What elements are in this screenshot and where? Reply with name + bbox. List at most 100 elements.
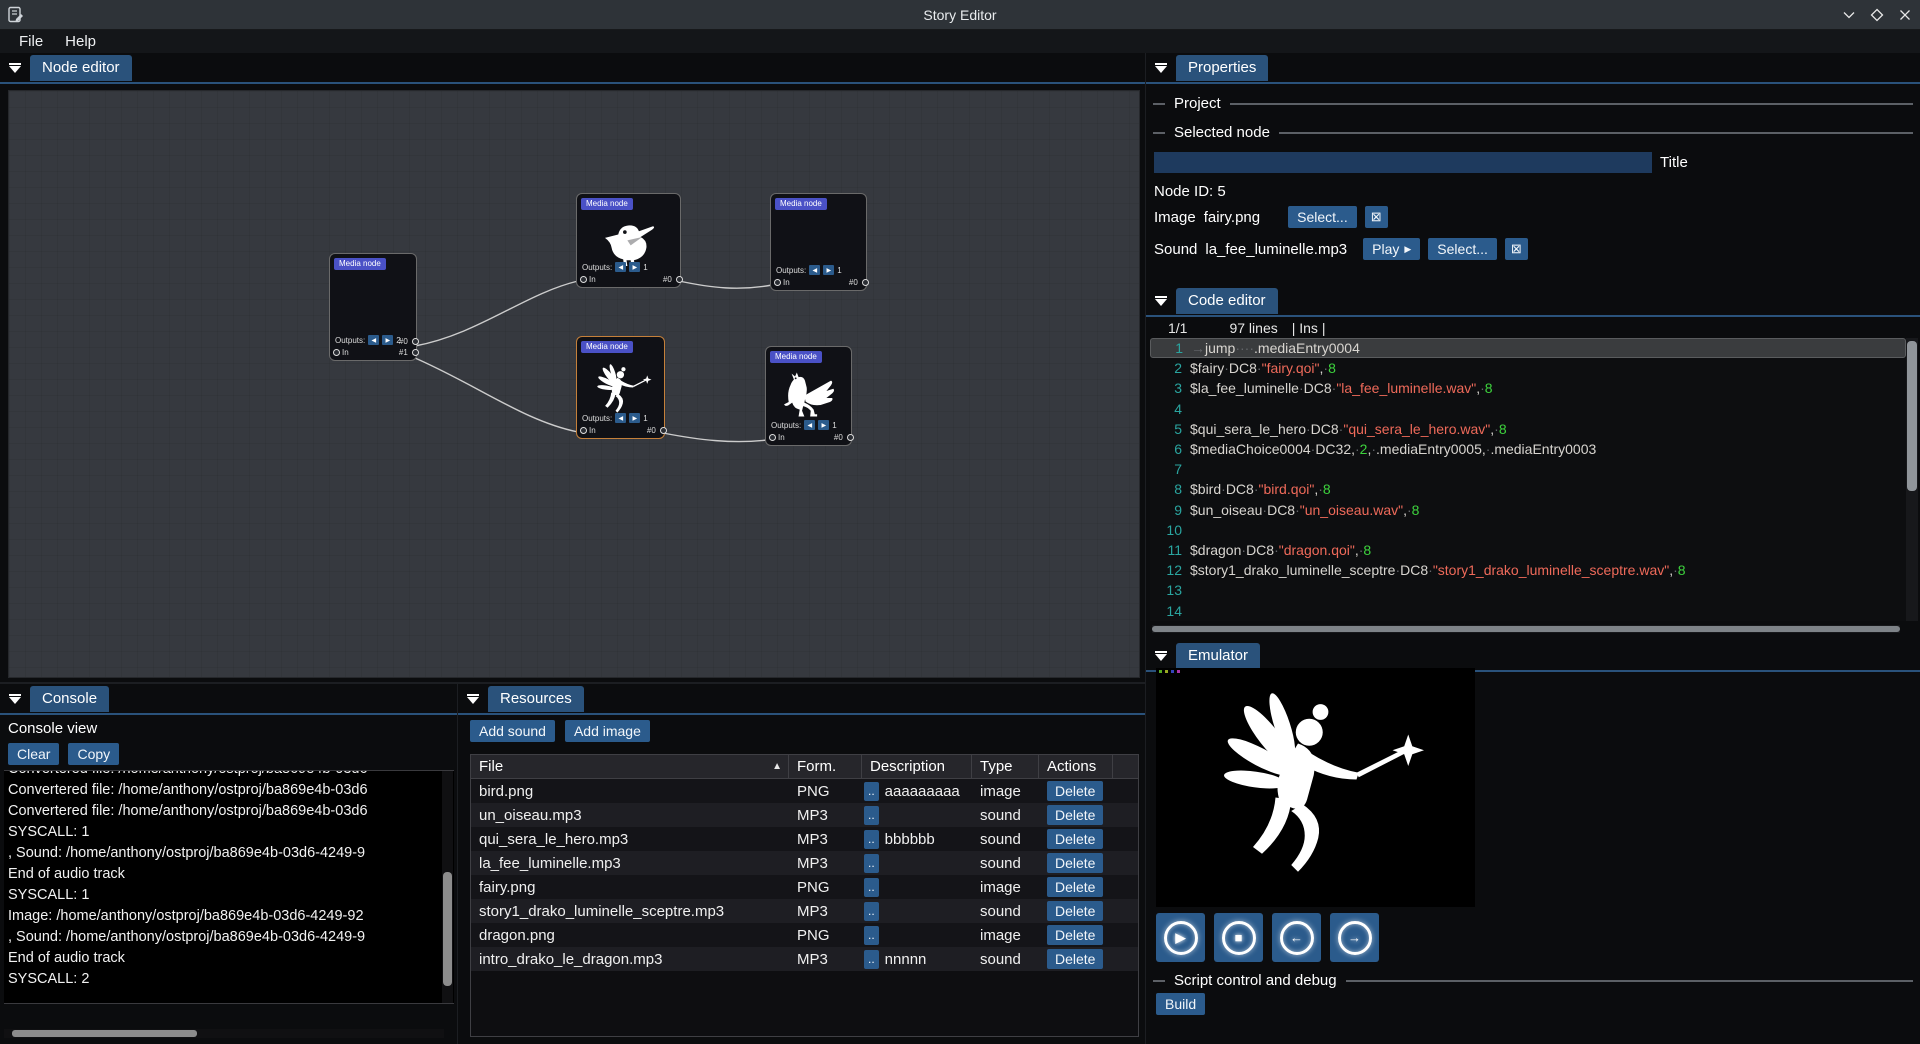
resource-row[interactable]: dragon.png PNG .. image Delete xyxy=(471,923,1138,947)
node-canvas[interactable]: Media node Outputs: ◀ ▶ 2 In #0 #1 Media… xyxy=(8,90,1140,678)
step-back-button[interactable]: ← xyxy=(1272,913,1321,962)
edit-description-button[interactable]: .. xyxy=(864,830,879,849)
main-vertical-splitter[interactable] xyxy=(1145,53,1146,1044)
column-header[interactable]: Form. xyxy=(789,755,862,778)
delete-button[interactable]: Delete xyxy=(1047,805,1103,825)
tab-code-editor[interactable]: Code editor xyxy=(1176,288,1278,314)
graph-node[interactable]: Media node Outputs: ◀ ▶ 1 In #0 xyxy=(576,193,681,288)
node-input-port[interactable]: In xyxy=(580,426,596,435)
graph-node[interactable]: Media node Outputs: ◀ ▶ 1 In #0 xyxy=(770,193,867,291)
image-select-button[interactable]: Select... xyxy=(1288,206,1357,228)
console-copy-button[interactable]: Copy xyxy=(68,743,119,765)
outputs-decrement-button[interactable]: ◀ xyxy=(809,265,820,275)
code-horizontal-scrollbar[interactable] xyxy=(1152,625,1900,633)
stop-button[interactable]: ■ xyxy=(1214,913,1263,962)
collapse-node-editor-icon[interactable] xyxy=(6,59,24,77)
code-vertical-scrollbar-thumb[interactable] xyxy=(1907,341,1917,491)
resource-row[interactable]: la_fee_luminelle.mp3 MP3 .. sound Delete xyxy=(471,851,1138,875)
step-forward-button[interactable]: → xyxy=(1330,913,1379,962)
console-resources-splitter[interactable] xyxy=(457,684,458,1044)
outputs-increment-button[interactable]: ▶ xyxy=(818,420,829,430)
collapse-code-editor-icon[interactable] xyxy=(1152,292,1170,310)
console-clear-button[interactable]: Clear xyxy=(8,743,59,765)
outputs-decrement-button[interactable]: ◀ xyxy=(804,420,815,430)
node-output-port[interactable]: #0 xyxy=(849,277,869,288)
delete-button[interactable]: Delete xyxy=(1047,781,1103,801)
add-image-button[interactable]: Add image xyxy=(565,720,650,742)
code-text-area[interactable]: 1→jump····.mediaEntry00042$fairy·DC8·"fa… xyxy=(1150,338,1906,621)
code-line[interactable]: 2$fairy·DC8·"fairy.qoi",·8 xyxy=(1150,358,1906,378)
console-vertical-scrollbar-thumb[interactable] xyxy=(443,872,452,986)
code-line[interactable]: 1→jump····.mediaEntry0004 xyxy=(1150,338,1906,358)
code-horizontal-scrollbar-thumb[interactable] xyxy=(1152,626,1900,632)
column-header[interactable]: Actions xyxy=(1039,755,1113,778)
console-horizontal-scrollbar-thumb[interactable] xyxy=(12,1030,197,1037)
tab-console[interactable]: Console xyxy=(30,686,109,712)
resource-row[interactable]: story1_drako_luminelle_sceptre.mp3 MP3 .… xyxy=(471,899,1138,923)
sound-play-button[interactable]: Play▶ xyxy=(1363,238,1420,260)
collapse-properties-icon[interactable] xyxy=(1152,59,1170,77)
code-line[interactable]: 7 xyxy=(1150,459,1906,479)
sound-select-button[interactable]: Select... xyxy=(1428,238,1497,260)
code-line[interactable]: 3$la_fee_luminelle·DC8·"la_fee_luminelle… xyxy=(1150,378,1906,398)
outputs-increment-button[interactable]: ▶ xyxy=(823,265,834,275)
sound-clear-button[interactable]: ⊠ xyxy=(1505,238,1528,260)
delete-button[interactable]: Delete xyxy=(1047,829,1103,849)
node-input-port[interactable]: In xyxy=(774,278,790,287)
add-sound-button[interactable]: Add sound xyxy=(470,720,555,742)
resource-row[interactable]: intro_drako_le_dragon.mp3 MP3 .. nnnnn s… xyxy=(471,947,1138,971)
title-input[interactable] xyxy=(1154,152,1652,173)
resource-row[interactable]: qui_sera_le_hero.mp3 MP3 .. bbbbbb sound… xyxy=(471,827,1138,851)
node-output-port[interactable]: #0 xyxy=(663,274,683,285)
node-input-port[interactable]: In xyxy=(333,348,349,357)
code-line[interactable]: 14 xyxy=(1150,600,1906,620)
delete-button[interactable]: Delete xyxy=(1047,949,1103,969)
collapse-console-icon[interactable] xyxy=(6,690,24,708)
edit-description-button[interactable]: .. xyxy=(864,782,879,801)
graph-node[interactable]: Media node Outputs: ◀ ▶ 2 In #0 #1 xyxy=(329,253,417,361)
edit-description-button[interactable]: .. xyxy=(864,950,879,969)
outputs-decrement-button[interactable]: ◀ xyxy=(615,413,626,423)
graph-node[interactable]: Media node Outputs: ◀ ▶ 1 In #0 xyxy=(576,336,665,439)
edit-description-button[interactable]: .. xyxy=(864,926,879,945)
maximize-button[interactable] xyxy=(1868,6,1886,24)
minimize-button[interactable] xyxy=(1840,6,1858,24)
edit-description-button[interactable]: .. xyxy=(864,806,879,825)
delete-button[interactable]: Delete xyxy=(1047,901,1103,921)
close-button[interactable] xyxy=(1896,6,1914,24)
node-output-port[interactable]: #0 xyxy=(647,425,667,436)
outputs-increment-button[interactable]: ▶ xyxy=(629,262,640,272)
code-line[interactable]: 8$bird·DC8·"bird.qoi",·8 xyxy=(1150,479,1906,499)
code-line[interactable]: 6$mediaChoice0004·DC32,·2,·.mediaEntry00… xyxy=(1150,439,1906,459)
tab-node-editor[interactable]: Node editor xyxy=(30,55,132,81)
resource-row[interactable]: un_oiseau.mp3 MP3 .. sound Delete xyxy=(471,803,1138,827)
image-clear-button[interactable]: ⊠ xyxy=(1365,206,1388,228)
console-horizontal-scrollbar[interactable] xyxy=(4,1029,444,1038)
tab-properties[interactable]: Properties xyxy=(1176,55,1268,81)
code-line[interactable]: 12$story1_drako_luminelle_sceptre·DC8·"s… xyxy=(1150,560,1906,580)
node-output-port[interactable]: #0 xyxy=(834,432,854,443)
build-button[interactable]: Build xyxy=(1156,993,1205,1015)
column-header[interactable]: File▲ xyxy=(471,755,789,778)
outputs-increment-button[interactable]: ▶ xyxy=(382,335,393,345)
console-vertical-scrollbar[interactable] xyxy=(442,771,453,1003)
edit-description-button[interactable]: .. xyxy=(864,902,879,921)
graph-node[interactable]: Media node Outputs: ◀ ▶ 1 In #0 xyxy=(765,346,852,446)
outputs-decrement-button[interactable]: ◀ xyxy=(368,335,379,345)
collapse-resources-icon[interactable] xyxy=(464,690,482,708)
tab-resources[interactable]: Resources xyxy=(488,686,584,712)
node-output-port[interactable]: #0 xyxy=(399,336,419,347)
resource-row[interactable]: fairy.png PNG .. image Delete xyxy=(471,875,1138,899)
console-output[interactable]: Convertered file: /home/anthony/ostproj/… xyxy=(4,770,454,1004)
edit-description-button[interactable]: .. xyxy=(864,854,879,873)
outputs-decrement-button[interactable]: ◀ xyxy=(615,262,626,272)
column-header[interactable]: Description xyxy=(862,755,972,778)
menu-help[interactable]: Help xyxy=(56,32,105,51)
code-line[interactable]: 10 xyxy=(1150,520,1906,540)
play-button[interactable]: ▶ xyxy=(1156,913,1205,962)
node-input-port[interactable]: In xyxy=(769,433,785,442)
resource-row[interactable]: bird.png PNG .. aaaaaaaaa image Delete xyxy=(471,779,1138,803)
outputs-increment-button[interactable]: ▶ xyxy=(629,413,640,423)
code-line[interactable]: 11$dragon·DC8·"dragon.qoi",·8 xyxy=(1150,540,1906,560)
code-line[interactable]: 9$un_oiseau·DC8·"un_oiseau.wav",·8 xyxy=(1150,500,1906,520)
